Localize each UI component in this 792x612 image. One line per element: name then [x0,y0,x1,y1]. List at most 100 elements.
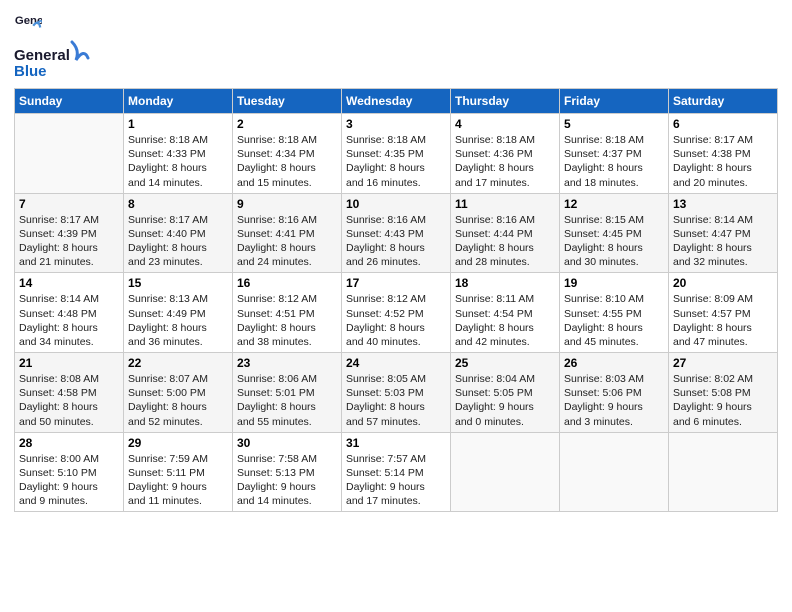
calendar-cell: 30 Sunrise: 7:58 AM Sunset: 5:13 PM Dayli… [233,432,342,512]
day-info: Sunrise: 8:15 AM Sunset: 4:45 PM Dayligh… [564,213,664,270]
calendar-table: SundayMondayTuesdayWednesdayThursdayFrid… [14,88,778,512]
calendar-week-4: 21 Sunrise: 8:08 AM Sunset: 4:58 PM Dayli… [15,353,778,433]
day-number: 20 [673,276,773,290]
weekday-tuesday: Tuesday [233,89,342,114]
day-info: Sunrise: 8:12 AM Sunset: 4:51 PM Dayligh… [237,292,337,349]
day-number: 13 [673,197,773,211]
calendar-cell: 12 Sunrise: 8:15 AM Sunset: 4:45 PM Dayli… [560,193,669,273]
weekday-sunday: Sunday [15,89,124,114]
calendar-cell: 27Sunrise: 8:02 AM Sunset: 5:08 PM Dayli… [669,353,778,433]
calendar-cell: 14 Sunrise: 8:14 AM Sunset: 4:48 PM Dayli… [15,273,124,353]
day-info: Sunrise: 8:16 AM Sunset: 4:44 PM Dayligh… [455,213,555,270]
day-info: Sunrise: 8:07 AM Sunset: 5:00 PM Dayligh… [128,372,228,429]
calendar-cell [15,114,124,194]
day-number: 19 [564,276,664,290]
calendar-cell: 25 Sunrise: 8:04 AM Sunset: 5:05 PM Dayli… [451,353,560,433]
day-info: Sunrise: 8:18 AM Sunset: 4:35 PM Dayligh… [346,133,446,190]
svg-text:Blue: Blue [14,63,47,80]
calendar-cell: 15 Sunrise: 8:13 AM Sunset: 4:49 PM Dayli… [124,273,233,353]
calendar-cell: 19Sunrise: 8:10 AM Sunset: 4:55 PM Dayli… [560,273,669,353]
day-info: Sunrise: 8:13 AM Sunset: 4:49 PM Dayligh… [128,292,228,349]
day-number: 14 [19,276,119,290]
day-number: 2 [237,117,337,131]
day-number: 11 [455,197,555,211]
day-info: Sunrise: 7:58 AM Sunset: 5:13 PM Dayligh… [237,452,337,509]
day-number: 22 [128,356,228,370]
day-number: 26 [564,356,664,370]
day-number: 28 [19,436,119,450]
svg-text:General: General [15,15,42,27]
day-number: 30 [237,436,337,450]
calendar-week-1: 1 Sunrise: 8:18 AM Sunset: 4:33 PM Daylig… [15,114,778,194]
calendar-body: 1 Sunrise: 8:18 AM Sunset: 4:33 PM Daylig… [15,114,778,512]
calendar-cell: 28 Sunrise: 8:00 AM Sunset: 5:10 PM Dayli… [15,432,124,512]
calendar-cell: 9 Sunrise: 8:16 AM Sunset: 4:41 PM Daylig… [233,193,342,273]
logo: General General Blue [14,10,94,80]
day-info: Sunrise: 8:18 AM Sunset: 4:34 PM Dayligh… [237,133,337,190]
day-number: 4 [455,117,555,131]
day-info: Sunrise: 8:09 AM Sunset: 4:57 PM Dayligh… [673,292,773,349]
calendar-cell: 5Sunrise: 8:18 AM Sunset: 4:37 PM Daylig… [560,114,669,194]
day-info: Sunrise: 8:11 AM Sunset: 4:54 PM Dayligh… [455,292,555,349]
logo-icon: General [14,10,42,38]
day-info: Sunrise: 8:14 AM Sunset: 4:47 PM Dayligh… [673,213,773,270]
day-number: 23 [237,356,337,370]
calendar-cell: 7 Sunrise: 8:17 AM Sunset: 4:39 PM Daylig… [15,193,124,273]
calendar-cell: 1 Sunrise: 8:18 AM Sunset: 4:33 PM Daylig… [124,114,233,194]
calendar-cell: 31Sunrise: 7:57 AM Sunset: 5:14 PM Dayli… [342,432,451,512]
calendar-cell: 2 Sunrise: 8:18 AM Sunset: 4:34 PM Daylig… [233,114,342,194]
calendar-cell: 24 Sunrise: 8:05 AM Sunset: 5:03 PM Dayli… [342,353,451,433]
day-info: Sunrise: 8:17 AM Sunset: 4:38 PM Dayligh… [673,133,773,190]
calendar-week-3: 14 Sunrise: 8:14 AM Sunset: 4:48 PM Dayli… [15,273,778,353]
calendar-cell: 10 Sunrise: 8:16 AM Sunset: 4:43 PM Dayli… [342,193,451,273]
calendar-cell: 26 Sunrise: 8:03 AM Sunset: 5:06 PM Dayli… [560,353,669,433]
day-number: 6 [673,117,773,131]
day-number: 17 [346,276,446,290]
weekday-thursday: Thursday [451,89,560,114]
day-number: 24 [346,356,446,370]
day-number: 16 [237,276,337,290]
calendar-cell: 13 Sunrise: 8:14 AM Sunset: 4:47 PM Dayli… [669,193,778,273]
calendar-cell: 3Sunrise: 8:18 AM Sunset: 4:35 PM Daylig… [342,114,451,194]
day-number: 1 [128,117,228,131]
day-number: 10 [346,197,446,211]
calendar-cell: 8 Sunrise: 8:17 AM Sunset: 4:40 PM Daylig… [124,193,233,273]
calendar-cell: 6 Sunrise: 8:17 AM Sunset: 4:38 PM Daylig… [669,114,778,194]
calendar-cell: 29Sunrise: 7:59 AM Sunset: 5:11 PM Dayli… [124,432,233,512]
calendar-week-2: 7 Sunrise: 8:17 AM Sunset: 4:39 PM Daylig… [15,193,778,273]
day-info: Sunrise: 8:18 AM Sunset: 4:36 PM Dayligh… [455,133,555,190]
calendar-cell: 4 Sunrise: 8:18 AM Sunset: 4:36 PM Daylig… [451,114,560,194]
day-info: Sunrise: 8:17 AM Sunset: 4:39 PM Dayligh… [19,213,119,270]
calendar-cell: 16 Sunrise: 8:12 AM Sunset: 4:51 PM Dayli… [233,273,342,353]
day-number: 8 [128,197,228,211]
day-info: Sunrise: 8:04 AM Sunset: 5:05 PM Dayligh… [455,372,555,429]
day-info: Sunrise: 8:18 AM Sunset: 4:33 PM Dayligh… [128,133,228,190]
calendar-cell: 23Sunrise: 8:06 AM Sunset: 5:01 PM Dayli… [233,353,342,433]
day-number: 21 [19,356,119,370]
day-number: 12 [564,197,664,211]
calendar-cell [451,432,560,512]
calendar-cell [560,432,669,512]
weekday-friday: Friday [560,89,669,114]
day-info: Sunrise: 8:05 AM Sunset: 5:03 PM Dayligh… [346,372,446,429]
calendar-cell: 11 Sunrise: 8:16 AM Sunset: 4:44 PM Dayli… [451,193,560,273]
day-info: Sunrise: 8:12 AM Sunset: 4:52 PM Dayligh… [346,292,446,349]
day-number: 25 [455,356,555,370]
day-info: Sunrise: 8:16 AM Sunset: 4:43 PM Dayligh… [346,213,446,270]
calendar-cell: 22 Sunrise: 8:07 AM Sunset: 5:00 PM Dayli… [124,353,233,433]
day-number: 15 [128,276,228,290]
header: General General Blue [14,10,778,80]
calendar-cell: 18Sunrise: 8:11 AM Sunset: 4:54 PM Dayli… [451,273,560,353]
weekday-saturday: Saturday [669,89,778,114]
day-info: Sunrise: 7:57 AM Sunset: 5:14 PM Dayligh… [346,452,446,509]
day-info: Sunrise: 8:14 AM Sunset: 4:48 PM Dayligh… [19,292,119,349]
day-number: 9 [237,197,337,211]
calendar-cell: 20 Sunrise: 8:09 AM Sunset: 4:57 PM Dayli… [669,273,778,353]
day-info: Sunrise: 8:00 AM Sunset: 5:10 PM Dayligh… [19,452,119,509]
day-info: Sunrise: 8:16 AM Sunset: 4:41 PM Dayligh… [237,213,337,270]
day-info: Sunrise: 8:08 AM Sunset: 4:58 PM Dayligh… [19,372,119,429]
day-info: Sunrise: 8:17 AM Sunset: 4:40 PM Dayligh… [128,213,228,270]
day-info: Sunrise: 8:03 AM Sunset: 5:06 PM Dayligh… [564,372,664,429]
calendar-cell: 21 Sunrise: 8:08 AM Sunset: 4:58 PM Dayli… [15,353,124,433]
day-number: 7 [19,197,119,211]
